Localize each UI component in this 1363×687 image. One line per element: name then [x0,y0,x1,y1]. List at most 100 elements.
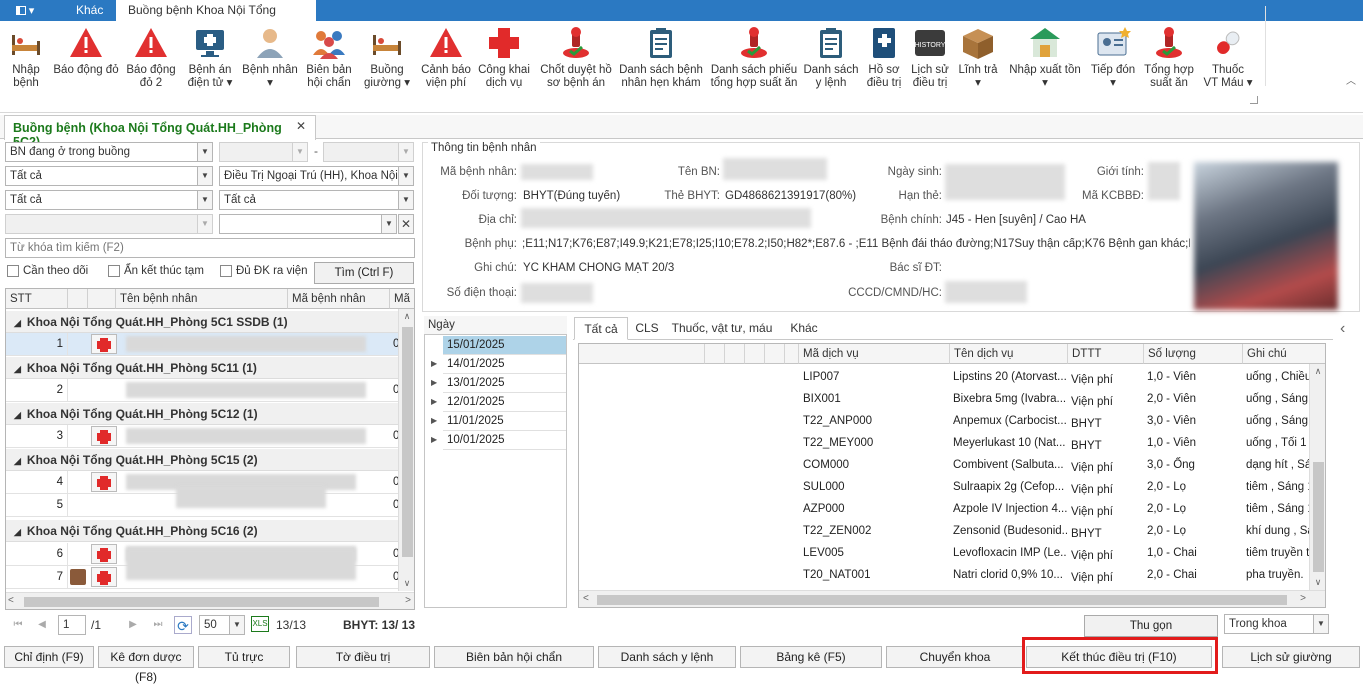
table-row[interactable]: T22_ZEN002 Zensonid (Budesonid... BHYT 2,0 … [579,520,1309,542]
date-row[interactable]: 10/01/2025 [443,431,566,450]
table-row[interactable]: COM000 Combivent (Salbuta... Viện phí 3,0 -… [579,454,1309,476]
doctor-filter[interactable] [219,214,383,234]
ribbon-item[interactable]: Bệnh nhân ▾ [240,25,300,90]
page-size-dropdown-icon[interactable]: ▼ [229,615,245,635]
expand-arrow-icon[interactable]: ▶ [431,378,437,387]
ribbon-item[interactable]: Nhập bệnh [4,25,48,90]
filter-all-3[interactable]: Tất cả [219,190,399,210]
expand-arrow-icon[interactable]: ▶ [431,416,437,425]
date-row[interactable]: 14/01/2025 [443,355,566,374]
page-size-select[interactable]: 50 [199,615,231,635]
expand-arrow-icon[interactable]: ▶ [431,397,437,406]
col-patient-name[interactable]: Tên bệnh nhân [116,289,288,309]
ribbon-item[interactable]: Biên bản hội chẩn [304,25,354,90]
tu-truc-button[interactable]: Tủ trực [198,646,290,668]
expand-arrow-icon[interactable]: ▶ [431,435,437,444]
tab-thuoc-vat-tu-mau[interactable]: Thuốc, vật tư, máu [668,317,776,340]
filter-all-2[interactable]: Tất cả [5,190,199,210]
ribbon-item[interactable]: Buồng giường ▾ [362,25,412,90]
search-input[interactable] [5,238,415,258]
ribbon-item[interactable]: Thuốc VT Máu ▾ [1202,25,1254,90]
bien-ban-hoi-chan-button[interactable]: Biên bản hội chẩn [434,646,594,668]
col-flag[interactable] [68,289,88,309]
col-ma-c[interactable]: Mã c [390,289,414,325]
tab-khac[interactable]: Khác [66,0,113,21]
col-patient-code[interactable]: Mã bệnh nhân [288,289,390,309]
filter-all-3-dropdown-icon[interactable]: ▼ [398,190,414,210]
table-row[interactable]: LEV005 Levofloxacin IMP (Le... Viện phí 1,0… [579,542,1309,564]
document-tab[interactable]: Buồng bệnh (Khoa Nội Tổng Quát.HH_Phòng … [4,115,316,149]
expand-arrow-icon[interactable]: ▶ [431,359,437,368]
first-page-icon[interactable]: ⏮ [9,616,27,634]
page-number-input[interactable]: 1 [58,615,86,635]
table-row[interactable]: BIX001 Bixebra 5mg (Ivabra... Viện phí 2,0 … [579,388,1309,410]
grid-vscrollbar[interactable]: ∧ ∨ [398,309,414,591]
next-page-icon[interactable]: ▶ [124,616,142,634]
ribbon-item[interactable]: Tiếp đón ▾ [1090,25,1136,90]
close-tab-icon[interactable]: ✕ [296,119,306,133]
checkbox-can-theo-doi[interactable]: Cần theo dõi [7,265,88,277]
ribbon-item[interactable]: Công khai dịch vụ [476,25,532,90]
ribbon-item[interactable]: Danh sách phiếu tổng hợp suất ăn [708,25,800,90]
scope-select[interactable]: Trong khoa [1224,614,1316,634]
ribbon-launcher-icon[interactable] [1250,96,1258,104]
excel-export-icon[interactable]: XLS [251,616,269,632]
ke-don-duoc-button[interactable]: Kê đơn dược (F8) [98,646,194,684]
collapse-ribbon-icon[interactable]: ︿ [1344,72,1358,87]
ribbon-item[interactable]: Tổng hợp suất ăn [1142,25,1196,90]
table-row[interactable]: 50 [6,486,399,517]
table-row[interactable]: 20 [6,379,399,402]
bang-ke-button[interactable]: Bảng kê (F5) [740,646,882,668]
chi-dinh-button[interactable]: Chỉ định (F9) [4,646,94,668]
tab-cls[interactable]: CLS [630,317,664,340]
group-header[interactable]: ◢ Khoa Nội Tổng Quát.HH_Phòng 5C12 (1) [6,403,398,425]
table-row[interactable]: AZP000 Azpole IV Injection 4... Viện phí 2,… [579,498,1309,520]
group-header[interactable]: ◢ Khoa Nội Tổng Quát.HH_Phòng 5C15 (2) [6,449,398,471]
checkbox-an-ket-thuc-tam[interactable]: Ẩn kết thúc tạm [108,265,204,277]
ribbon-item[interactable]: Báo động đỏ 2 [124,25,178,90]
ribbon-item[interactable]: Danh sách y lệnh [800,25,862,90]
stamp-icon[interactable] [70,569,86,585]
col-dttt[interactable]: DTTT [1068,344,1144,364]
date-row[interactable]: 13/01/2025 [443,374,566,393]
refresh-icon[interactable]: ⟳ [174,616,192,634]
service-vscrollbar[interactable]: ∧ ∨ [1309,364,1325,590]
ribbon-item[interactable]: Danh sách bệnh nhân hẹn khám [618,25,704,90]
app-menu-button[interactable]: ▾ [4,2,46,19]
grid-hscrollbar[interactable]: < > [6,592,414,609]
col-ten-dich-vu[interactable]: Tên dịch vụ [950,344,1068,364]
department-dropdown-icon[interactable]: ▼ [398,166,414,186]
ribbon-item[interactable]: Bệnh án điện tử ▾ [184,25,236,90]
chuyen-khoa-button[interactable]: Chuyển khoa [886,646,1024,668]
group-header[interactable]: ◢ Khoa Nội Tổng Quát.HH_Phòng 5C16 (2) [6,520,398,542]
doctor-dropdown-icon[interactable]: ▼ [381,214,397,234]
ribbon-item[interactable]: Báo động đỏ [52,25,120,77]
ribbon-item[interactable]: HISTORY Lịch sử điều trị [910,25,950,90]
col-icon[interactable] [88,289,116,309]
side-panel-toggle-icon[interactable]: ‹ [1340,320,1345,338]
table-row[interactable]: LIP007 Lipstins 20 (Atorvast... Viện phí 1,… [579,366,1309,388]
col-stt[interactable]: STT [6,289,68,309]
table-row[interactable]: T22_ANP000 Anpemux (Carbocist... BHYT 3,0 -… [579,410,1309,432]
filter-all-1[interactable]: Tất cả [5,166,199,186]
table-row[interactable]: T22_MEY000 Meyerlukast 10 (Nat... BHYT 1,0 … [579,432,1309,454]
col-ghi-chu[interactable]: Ghi chú [1243,344,1325,364]
clear-icon[interactable]: ✕ [398,214,414,234]
red-cross-icon[interactable] [91,567,117,587]
find-button[interactable]: Tìm (Ctrl F) [314,262,414,284]
table-row[interactable]: 30 [6,425,399,448]
department-filter[interactable]: Điều Trị Ngoại Trú (HH), Khoa Nội... [219,166,399,186]
collapse-button[interactable]: Thu gọn [1084,615,1218,637]
tab-buong-benh[interactable]: Buồng bệnh Khoa Nội Tổng Quát.HH [116,0,316,38]
red-cross-icon[interactable] [91,544,117,564]
table-row[interactable]: 10 [6,333,399,356]
scope-dropdown-icon[interactable]: ▼ [1313,614,1329,634]
red-cross-icon[interactable] [91,472,117,492]
last-page-icon[interactable]: ⏭ [149,616,167,634]
to-dieu-tri-button[interactable]: Tờ điều trị [296,646,430,668]
status-dropdown-icon[interactable]: ▼ [197,142,213,162]
ribbon-item[interactable]: Nhập xuất tồn ▾ [1008,25,1082,90]
red-cross-icon[interactable] [91,426,117,446]
checkbox-du-dk-ra-vien[interactable]: Đủ ĐK ra viện [220,265,308,277]
danh-sach-y-lenh-button[interactable]: Danh sách y lệnh [598,646,736,668]
